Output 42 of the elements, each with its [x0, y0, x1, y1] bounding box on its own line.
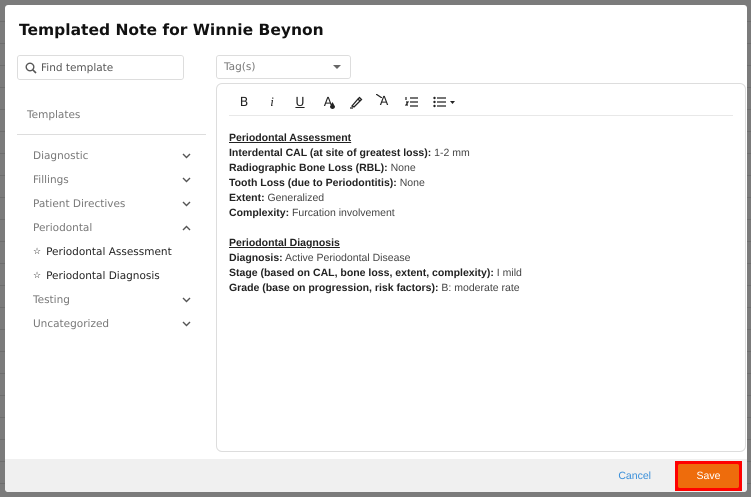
chevron-down-icon: [182, 153, 191, 159]
template-item[interactable]: ☆ Periodontal Diagnosis: [17, 264, 206, 288]
section-heading: Periodontal Assessment: [229, 131, 352, 146]
chevron-down-icon: [182, 201, 191, 207]
category-item[interactable]: Fillings: [17, 168, 206, 192]
search-field[interactable]: Find template: [17, 55, 184, 80]
category-item[interactable]: Uncategorized: [17, 312, 206, 336]
italic-button[interactable]: i: [261, 90, 283, 112]
note-line: Tooth Loss (due to Periodontitis): None: [229, 176, 426, 191]
search-icon: [25, 62, 37, 74]
cancel-button[interactable]: Cancel: [612, 468, 657, 482]
note-line: Complexity: Furcation involvement: [229, 206, 396, 221]
clear-format-button[interactable]: A: [373, 90, 395, 112]
note-line: Interdental CAL (at site of greatest loss): 1-2 mm: [229, 146, 471, 161]
chevron-down-icon: [182, 177, 191, 183]
underline-button[interactable]: U: [289, 90, 311, 112]
section-label: Templates: [27, 109, 82, 121]
bold-button[interactable]: B: [233, 90, 255, 112]
category-item[interactable]: Patient Directives: [17, 192, 206, 216]
strike-icon: [376, 94, 382, 98]
category-item[interactable]: Diagnostic: [17, 144, 206, 168]
note-line: Radiographic Bone Loss (RBL): None: [229, 161, 417, 176]
tags-dropdown[interactable]: Tag(s): [216, 55, 351, 79]
highlighter-icon: [349, 94, 363, 108]
bullet-list-icon: [433, 96, 455, 108]
note-line: Diagnosis: Active Periodontal Disease: [229, 251, 412, 266]
section-heading: Periodontal Diagnosis: [229, 236, 341, 251]
text-color-button[interactable]: A: [317, 90, 339, 112]
category-item[interactable]: Periodontal: [17, 216, 206, 240]
category-item[interactable]: Testing: [17, 288, 206, 312]
caret-icon: [333, 65, 341, 69]
dialog-title: Templated Note for Winnie Beynon: [18, 20, 325, 39]
note-line: Stage (based on CAL, bone loss, extent, complexity): I mild: [229, 266, 523, 281]
chevron-down-icon: [182, 297, 191, 303]
note-line: Grade (base on progression, risk factors): B: moderate rate: [229, 281, 521, 296]
chevron-up-icon: [182, 225, 191, 231]
template-item[interactable]: ☆ Periodontal Assessment: [17, 240, 206, 264]
drop-icon: [330, 102, 335, 108]
save-button[interactable]: Save: [678, 464, 739, 488]
chevron-down-icon: [182, 321, 191, 327]
numbered-list-icon: [405, 96, 419, 108]
note-line: Extent: Generalized: [229, 191, 326, 206]
